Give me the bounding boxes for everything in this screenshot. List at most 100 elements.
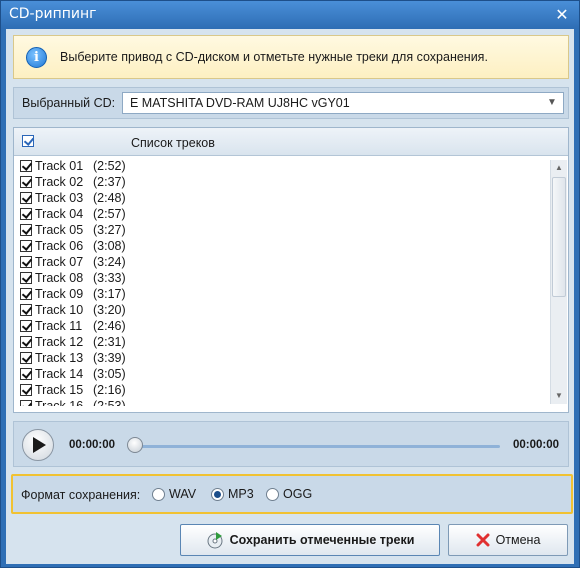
cd-drive-row: Выбранный CD: E MATSHITA DVD-RAM UJ8HC v… bbox=[13, 87, 569, 119]
track-row[interactable]: Track 08 (3:33) bbox=[20, 270, 126, 286]
track-row[interactable]: Track 14 (3:05) bbox=[20, 366, 126, 382]
track-name: Track 13 bbox=[35, 351, 84, 365]
cd-drive-value: E MATSHITA DVD-RAM UJ8HC vGY01 bbox=[130, 96, 350, 110]
dialog-body: i Выберите привод с CD-диском и отметьте… bbox=[6, 29, 574, 564]
track-checkbox[interactable] bbox=[20, 304, 32, 316]
radio-wav[interactable] bbox=[152, 487, 165, 501]
track-duration: (2:52) bbox=[93, 159, 126, 173]
track-duration: (2:37) bbox=[93, 175, 126, 189]
track-checkbox[interactable] bbox=[20, 272, 32, 284]
info-banner: i Выберите привод с CD-диском и отметьте… bbox=[13, 35, 569, 79]
track-list-panel: Список треков Track 01 (2:52) Track 02 (2:3… bbox=[13, 127, 569, 413]
title-bar[interactable]: CD-риппинг ✕ bbox=[1, 1, 579, 29]
radio-ogg[interactable] bbox=[266, 487, 279, 501]
track-row[interactable]: Track 09 (3:17) bbox=[20, 286, 126, 302]
track-checkbox[interactable] bbox=[20, 384, 32, 396]
track-row[interactable]: Track 04 (2:57) bbox=[20, 206, 126, 222]
track-list-scrollbar[interactable]: ▲ ▼ bbox=[550, 160, 567, 404]
track-duration: (2:57) bbox=[93, 207, 126, 221]
track-row[interactable]: Track 12 (2:31) bbox=[20, 334, 126, 350]
track-checkbox[interactable] bbox=[20, 224, 32, 236]
scroll-up-icon[interactable]: ▲ bbox=[551, 160, 567, 176]
track-name: Track 11 bbox=[35, 319, 83, 333]
preview-player: 00:00:00 00:00:00 bbox=[13, 421, 569, 467]
format-option-ogg[interactable]: OGG bbox=[266, 487, 312, 501]
track-checkbox[interactable] bbox=[20, 336, 32, 348]
cd-drive-select[interactable]: E MATSHITA DVD-RAM UJ8HC vGY01 ▼ bbox=[122, 92, 564, 114]
track-name: Track 14 bbox=[35, 367, 84, 381]
track-name: Track 08 bbox=[35, 271, 84, 285]
track-duration: (3:17) bbox=[93, 287, 126, 301]
radio-mp3[interactable] bbox=[211, 487, 224, 501]
track-row[interactable]: Track 07 (3:24) bbox=[20, 254, 126, 270]
window-title: CD-риппинг bbox=[9, 6, 97, 22]
total-time: 00:00:00 bbox=[512, 439, 559, 451]
format-option-label: MP3 bbox=[228, 487, 254, 501]
track-name: Track 01 bbox=[35, 159, 84, 173]
track-duration: (2:16) bbox=[93, 383, 126, 397]
track-row[interactable]: Track 10 (3:20) bbox=[20, 302, 126, 318]
track-name: Track 07 bbox=[35, 255, 84, 269]
cd-save-icon bbox=[207, 532, 223, 549]
track-duration: (3:39) bbox=[93, 351, 126, 365]
track-checkbox[interactable] bbox=[20, 208, 32, 220]
track-row[interactable]: Track 15 (2:16) bbox=[20, 382, 126, 398]
track-checkbox[interactable] bbox=[20, 320, 32, 332]
track-checkbox[interactable] bbox=[20, 368, 32, 380]
track-checkbox[interactable] bbox=[20, 160, 32, 172]
track-checkbox[interactable] bbox=[20, 240, 32, 252]
track-row[interactable]: Track 11 (2:46) bbox=[20, 318, 126, 334]
save-checked-tracks-button[interactable]: Сохранить отмеченные треки bbox=[180, 524, 440, 556]
track-checkbox[interactable] bbox=[20, 176, 32, 188]
track-name: Track 05 bbox=[35, 223, 84, 237]
track-name: Track 04 bbox=[35, 207, 84, 221]
cd-ripping-dialog: CD-риппинг ✕ i Выберите привод с CD-диск… bbox=[0, 0, 580, 568]
play-button[interactable] bbox=[22, 429, 54, 461]
cd-drive-label: Выбранный CD: bbox=[22, 96, 116, 110]
track-name: Track 12 bbox=[35, 335, 84, 349]
seek-thumb[interactable] bbox=[127, 437, 143, 453]
close-button[interactable]: ✕ bbox=[553, 6, 571, 24]
track-row[interactable]: Track 13 (3:39) bbox=[20, 350, 126, 366]
track-duration: (3:08) bbox=[93, 239, 126, 253]
track-row[interactable]: Track 02 (2:37) bbox=[20, 174, 126, 190]
track-checkbox[interactable] bbox=[20, 288, 32, 300]
track-checkbox[interactable] bbox=[20, 256, 32, 268]
track-name: Track 15 bbox=[35, 383, 84, 397]
close-icon bbox=[476, 533, 490, 547]
track-duration: (3:20) bbox=[93, 303, 126, 317]
scroll-down-icon[interactable]: ▼ bbox=[551, 388, 567, 404]
select-all-checkbox[interactable] bbox=[22, 135, 34, 147]
track-duration: (2:46) bbox=[93, 319, 126, 333]
track-row[interactable]: Track 03 (2:48) bbox=[20, 190, 126, 206]
seek-bar[interactable] bbox=[132, 445, 500, 448]
track-name: Track 10 bbox=[35, 303, 84, 317]
track-duration: (2:48) bbox=[93, 191, 126, 205]
track-duration: (3:24) bbox=[93, 255, 126, 269]
info-text: Выберите привод с CD-диском и отметьте н… bbox=[60, 50, 488, 64]
current-time: 00:00:00 bbox=[69, 439, 116, 451]
track-checkbox[interactable] bbox=[20, 192, 32, 204]
track-row[interactable]: Track 05 (3:27) bbox=[20, 222, 126, 238]
track-name: Track 03 bbox=[35, 191, 84, 205]
track-name: Track 06 bbox=[35, 239, 84, 253]
chevron-down-icon[interactable]: ▼ bbox=[544, 95, 560, 111]
track-list[interactable]: Track 01 (2:52) Track 02 (2:37) Track 03 (2:4… bbox=[14, 158, 548, 406]
track-checkbox[interactable] bbox=[20, 400, 32, 406]
format-label: Формат сохранения: bbox=[21, 488, 141, 502]
track-checkbox[interactable] bbox=[20, 352, 32, 364]
play-icon bbox=[33, 437, 46, 453]
save-button-label: Сохранить отмеченные треки bbox=[229, 533, 415, 547]
cancel-button-label: Отмена bbox=[495, 533, 541, 547]
format-option-wav[interactable]: WAV bbox=[152, 487, 196, 501]
track-list-title: Список треков bbox=[131, 136, 215, 150]
cancel-button[interactable]: Отмена bbox=[448, 524, 568, 556]
track-row[interactable]: Track 16 (2:53) bbox=[20, 398, 126, 406]
track-row[interactable]: Track 01 (2:52) bbox=[20, 158, 126, 174]
format-option-label: OGG bbox=[283, 487, 313, 501]
track-name: Track 09 bbox=[35, 287, 84, 301]
track-row[interactable]: Track 06 (3:08) bbox=[20, 238, 126, 254]
format-option-mp3[interactable]: MP3 bbox=[211, 487, 254, 501]
track-duration: (2:31) bbox=[93, 335, 126, 349]
scroll-thumb[interactable] bbox=[552, 177, 566, 297]
